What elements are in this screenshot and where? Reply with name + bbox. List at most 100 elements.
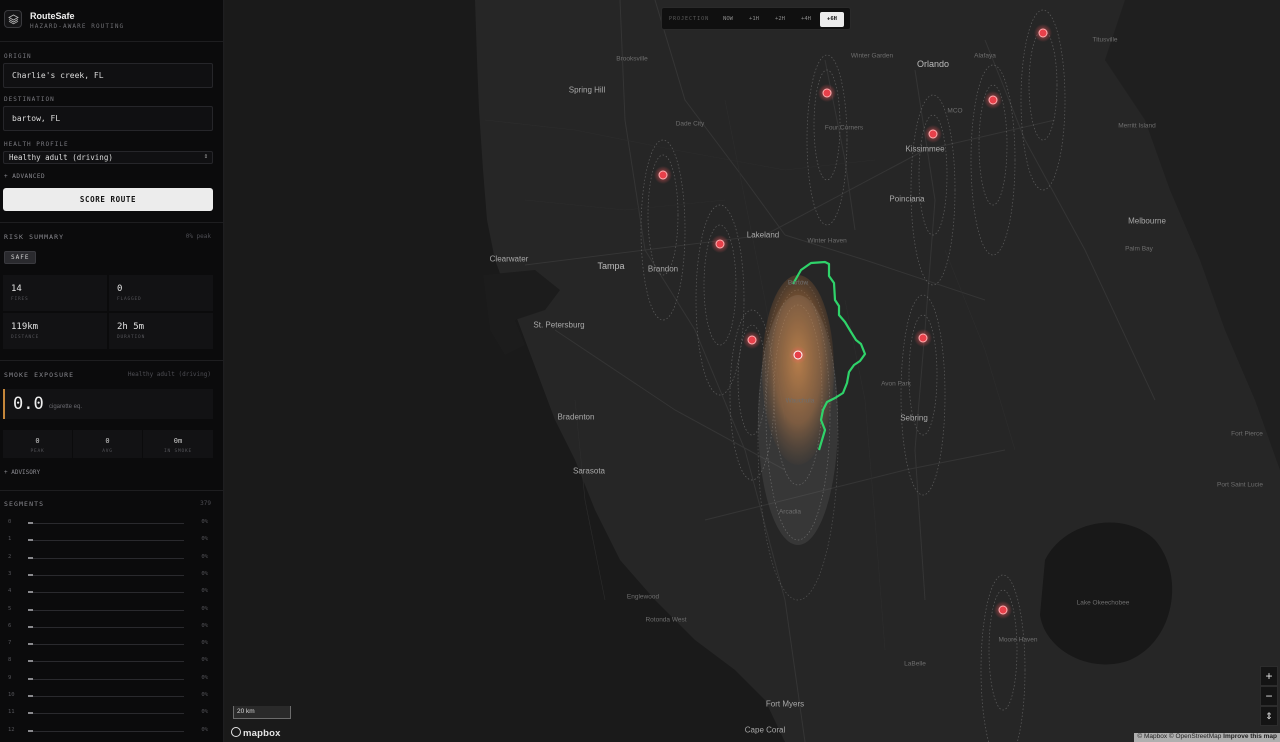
projection-4h-button[interactable]: +4H <box>794 12 818 27</box>
improve-map-link[interactable]: Improve this map <box>1223 733 1277 740</box>
place-label: Cape Coral <box>744 725 786 735</box>
divider <box>0 360 223 361</box>
place-label: MCO <box>947 107 963 115</box>
segment-row[interactable]: 0 0% <box>0 517 223 529</box>
fire-marker[interactable] <box>654 166 672 184</box>
smoke-exposure-title: SMOKE EXPOSURE <box>4 371 75 379</box>
fire-marker[interactable] <box>984 91 1002 109</box>
segment-bar-track <box>28 712 184 715</box>
projection-2h-button[interactable]: +2H <box>768 12 792 27</box>
risk-stats: 14 FIRES 0 FLAGGED 119km DISTANCE 2h 5m … <box>3 275 213 349</box>
smoke-exposure-unit: cigarette eq. <box>49 404 83 410</box>
segment-index: 6 <box>8 622 12 629</box>
fire-marker[interactable] <box>743 331 761 349</box>
destination-label: DESTINATION <box>4 96 55 103</box>
metric-label: IN SMOKE <box>163 449 193 454</box>
projection-label: PROJECTION <box>669 16 710 22</box>
place-label: Kissimmee <box>905 144 945 154</box>
zoom-out-button[interactable]: − <box>1260 686 1278 706</box>
segment-percent: 0% <box>201 692 208 698</box>
segment-index: 10 <box>8 692 15 698</box>
scale-bar: 20 km <box>233 706 291 719</box>
stat-fires: 14 FIRES <box>3 275 107 311</box>
origin-label: ORIGIN <box>4 53 32 60</box>
place-label: Arcadia <box>778 508 802 516</box>
segment-row[interactable]: 5 0% <box>0 604 223 616</box>
score-route-button[interactable]: SCORE ROUTE <box>3 188 213 211</box>
map-canvas[interactable]: Brooksville Winter Garden Orlando Alafaya Ti… <box>225 0 1280 742</box>
segment-index: 4 <box>8 588 12 595</box>
segment-row[interactable]: 11 0% <box>0 707 223 719</box>
brand-header: RouteSafe HAZARD-AWARE ROUTING <box>0 0 223 42</box>
segment-row[interactable]: 2 0% <box>0 552 223 564</box>
metric-peak: 0 PEAK <box>3 430 72 458</box>
stat-distance: 119km DISTANCE <box>3 313 107 349</box>
stat-label: FLAGGED <box>117 297 142 302</box>
segment-row[interactable]: 7 0% <box>0 638 223 650</box>
stat-value: 0 <box>117 284 123 294</box>
sidebar: RouteSafe HAZARD-AWARE ROUTING ORIGIN Ch… <box>0 0 224 742</box>
app-title: RouteSafe <box>30 11 75 21</box>
place-label: Brandon <box>647 264 679 274</box>
segment-row[interactable]: 6 0% <box>0 621 223 633</box>
segments-count: 379 <box>200 500 211 507</box>
fire-marker[interactable] <box>994 601 1012 619</box>
place-label: Port Saint Lucie <box>1217 481 1263 489</box>
mapbox-logo[interactable]: mapbox <box>231 727 281 739</box>
place-label: Poinciana <box>889 194 925 204</box>
fire-marker[interactable] <box>914 329 932 347</box>
segment-bar-fill <box>28 573 33 576</box>
place-label: LaBelle <box>904 660 926 668</box>
fire-marker[interactable] <box>711 235 729 253</box>
place-label: Wauchula <box>785 397 815 405</box>
segment-index: 3 <box>8 570 12 577</box>
health-profile-label: HEALTH PROFILE <box>4 141 69 148</box>
segment-row[interactable]: 8 0% <box>0 655 223 667</box>
destination-input[interactable]: bartow, FL <box>3 106 213 131</box>
fire-marker[interactable] <box>1034 24 1052 42</box>
place-label: Clearwater <box>489 254 529 264</box>
segment-row[interactable]: 4 0% <box>0 586 223 598</box>
segment-percent: 0% <box>201 657 208 664</box>
origin-input[interactable]: Charlie's creek, FL <box>3 63 213 88</box>
smoke-profile-label: Healthy adult (driving) <box>127 371 211 378</box>
projection-6h-button[interactable]: +6H <box>820 12 844 27</box>
segment-row[interactable]: 3 0% <box>0 569 223 581</box>
segment-percent: 0% <box>201 553 208 560</box>
segment-bar-fill <box>28 556 33 559</box>
segment-index: 1 <box>8 536 12 543</box>
fire-marker[interactable] <box>789 346 807 364</box>
projection-1h-button[interactable]: +1H <box>742 12 766 27</box>
health-profile-select[interactable]: Healthy adult (driving) ⇕ <box>3 151 213 164</box>
place-label: Winter Garden <box>850 52 894 60</box>
segment-index: 7 <box>8 640 12 647</box>
segment-percent: 0% <box>201 674 208 681</box>
segment-bar-track <box>28 643 184 646</box>
metric-avg: 0 AVG <box>73 430 142 458</box>
place-label: Spring Hill <box>568 85 606 95</box>
chevron-updown-icon: ⇕ <box>203 152 208 160</box>
segment-row[interactable]: 9 0% <box>0 673 223 685</box>
divider <box>0 222 223 223</box>
place-label: Brooksville <box>616 55 648 63</box>
attribution-text[interactable]: © Mapbox © OpenStreetMap <box>1137 733 1221 740</box>
health-profile-value: Healthy adult (driving) <box>9 153 113 162</box>
advanced-toggle[interactable]: + ADVANCED <box>4 173 45 180</box>
status-badge: SAFE <box>4 251 37 264</box>
segment-bar-track <box>28 522 184 524</box>
place-label: Titusville <box>1092 36 1118 44</box>
segment-row[interactable]: 1 0% <box>0 534 223 546</box>
advisory-toggle[interactable]: + ADVISORY <box>4 469 40 476</box>
segment-row[interactable]: 10 0% <box>0 690 223 702</box>
zoom-in-button[interactable]: + <box>1260 666 1278 686</box>
segment-percent: 0% <box>201 536 208 543</box>
segment-row[interactable]: 12 0% <box>0 725 223 737</box>
place-label: Fort Myers <box>765 699 805 709</box>
projection-now-button[interactable]: NOW <box>716 12 740 27</box>
mapbox-logo-text: mapbox <box>243 728 281 739</box>
compass-icon[interactable]: ⇕ <box>1260 706 1278 726</box>
fire-marker[interactable] <box>818 84 836 102</box>
segment-bar-fill <box>28 539 33 542</box>
fire-marker[interactable] <box>924 125 942 143</box>
place-label: Sarasota <box>572 466 606 476</box>
